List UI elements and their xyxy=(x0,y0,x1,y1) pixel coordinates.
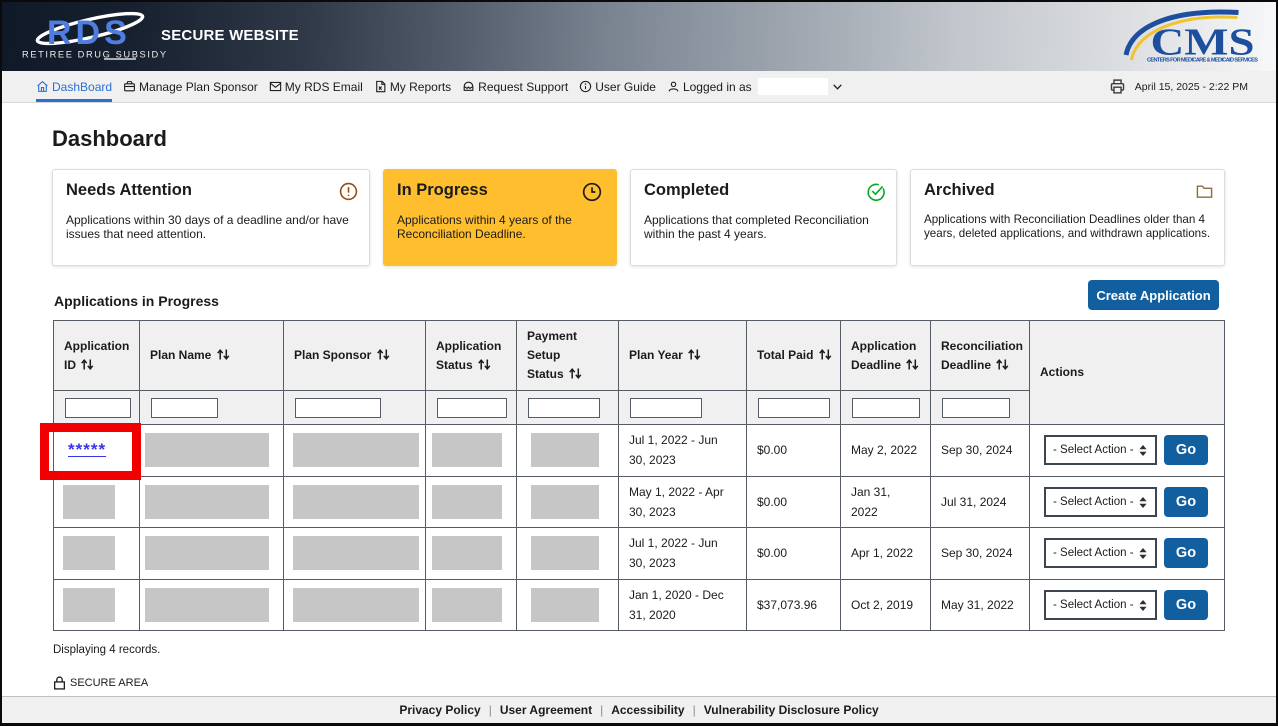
svg-text:RDS: RDS xyxy=(47,14,131,52)
svg-text:RETIREE DRUG SUBSIDY: RETIREE DRUG SUBSIDY xyxy=(22,50,168,60)
svg-text:CENTERS FOR MEDICARE & MEDICAI: CENTERS FOR MEDICARE & MEDICAID SERVICES xyxy=(1147,58,1258,64)
